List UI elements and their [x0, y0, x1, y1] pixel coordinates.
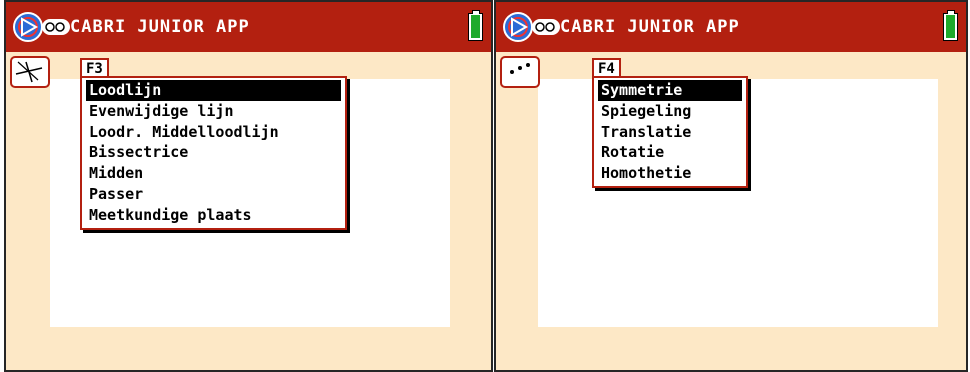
- battery-icon: [468, 10, 483, 41]
- transformation-menu: Symmetrie Spiegeling Translatie Rotatie Homo…: [592, 76, 748, 188]
- battery-level: [946, 15, 955, 38]
- menu-item-loodr-middelloodlijn[interactable]: Loodr. Middelloodlijn: [86, 122, 341, 143]
- toolbox-button[interactable]: [10, 56, 50, 88]
- menu-item-homothetie[interactable]: Homothetie: [598, 163, 742, 184]
- menu-item-passer[interactable]: Passer: [86, 184, 341, 205]
- menu-item-midden[interactable]: Midden: [86, 163, 341, 184]
- menu-item-bissectrice[interactable]: Bissectrice: [86, 142, 341, 163]
- menu-tab-f3[interactable]: F3: [80, 58, 109, 78]
- menu-item-translatie[interactable]: Translatie: [598, 122, 742, 143]
- cabri-logo-icon: [13, 12, 70, 42]
- title-bar: CABRI JUNIOR APP: [496, 2, 966, 52]
- construction-menu: Loodlijn Evenwijdige lijn Loodr. Middelloo…: [80, 76, 347, 230]
- cabri-logo-icon: [503, 12, 560, 42]
- menu-item-evenwijdige-lijn[interactable]: Evenwijdige lijn: [86, 101, 341, 122]
- menu-tab-f4[interactable]: F4: [592, 58, 621, 78]
- calculator-screen-right: CABRI JUNIOR APP F4 Symmetrie Spiegeling T…: [494, 0, 968, 372]
- battery-icon: [943, 10, 958, 41]
- app-title: CABRI JUNIOR APP: [70, 17, 250, 37]
- menu-item-spiegeling[interactable]: Spiegeling: [598, 101, 742, 122]
- menu-item-loodlijn[interactable]: Loodlijn: [86, 80, 341, 101]
- battery-level: [471, 15, 480, 38]
- menu-item-symmetrie[interactable]: Symmetrie: [598, 80, 742, 101]
- line-construction-icon: [15, 61, 43, 83]
- calculator-screen-left: CABRI JUNIOR APP F3 Loodlijn Evenwijdige …: [4, 0, 493, 372]
- toolbox-button[interactable]: [500, 56, 540, 88]
- menu-item-rotatie[interactable]: Rotatie: [598, 142, 742, 163]
- menu-item-meetkundige-plaats[interactable]: Meetkundige plaats: [86, 205, 341, 226]
- title-bar: CABRI JUNIOR APP: [6, 2, 491, 52]
- points-icon: [510, 63, 530, 74]
- app-title: CABRI JUNIOR APP: [560, 17, 740, 37]
